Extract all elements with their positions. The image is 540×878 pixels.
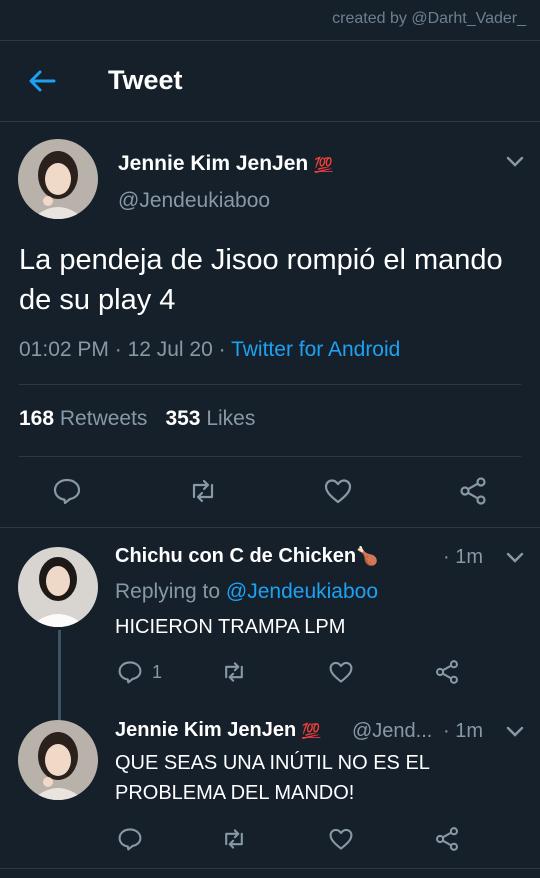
reply-author-name[interactable]: Chichu con C de Chicken🍗	[115, 545, 379, 568]
like-icon[interactable]	[328, 659, 354, 685]
chevron-down-icon[interactable]	[506, 551, 524, 563]
author-name[interactable]: Jennie Kim JenJen 💯	[118, 152, 333, 176]
reply-icon[interactable]	[117, 826, 143, 852]
hundred-points-icon: 💯	[314, 157, 333, 174]
divider	[0, 868, 540, 869]
reply-time: · 1m	[443, 720, 484, 742]
reply-author-name[interactable]: Jennie Kim JenJen 💯	[115, 719, 320, 742]
replying-to: Replying to @Jendeukiaboo	[115, 580, 379, 603]
thread-line	[58, 630, 61, 720]
retweet-icon[interactable]	[221, 826, 247, 852]
retweet-icon[interactable]	[188, 476, 218, 506]
back-arrow-icon[interactable]	[26, 67, 58, 95]
reply-icon[interactable]	[117, 659, 143, 685]
share-icon[interactable]	[458, 476, 488, 506]
watermark: created by @Darht_Vader_	[332, 10, 526, 27]
client-link[interactable]: Twitter for Android	[231, 338, 400, 361]
reply-icon[interactable]	[52, 476, 82, 506]
divider	[19, 384, 521, 385]
replying-to-handle[interactable]: @Jendeukiaboo	[226, 580, 378, 603]
avatar[interactable]	[18, 139, 98, 219]
author-handle[interactable]: @Jendeukiaboo	[118, 189, 270, 213]
like-icon[interactable]	[323, 476, 353, 506]
poultry-leg-icon: 🍗	[356, 546, 379, 566]
avatar[interactable]	[18, 720, 98, 800]
tweet-text: La pendeja de Jisoo rompió el mando de s…	[19, 244, 503, 316]
top-app-bar: Tweet	[0, 40, 540, 122]
avatar[interactable]	[18, 547, 98, 627]
reply-count: 1	[152, 662, 163, 682]
chevron-down-icon[interactable]	[506, 725, 524, 737]
reply-text: HICIERON TRAMPA LPM	[115, 616, 346, 638]
hundred-points-icon: 💯	[301, 723, 321, 740]
tweet-stats[interactable]: 168 Retweets 353 Likes	[19, 407, 255, 431]
reply-time: · 1m	[443, 546, 484, 568]
retweet-icon[interactable]	[221, 659, 247, 685]
share-icon[interactable]	[434, 826, 460, 852]
divider	[19, 456, 521, 457]
like-icon[interactable]	[328, 826, 354, 852]
divider	[0, 527, 540, 528]
reply-text: QUE SEAS UNA INÚTIL NO ES EL PROBLEMA DE…	[115, 752, 430, 804]
tweet-timestamp: 01:02 PM · 12 Jul 20 · Twitter for Andro…	[19, 338, 401, 361]
page-title: Tweet	[108, 65, 183, 95]
share-icon[interactable]	[434, 659, 460, 685]
reply-author-handle[interactable]: @Jend...	[352, 720, 432, 743]
chevron-down-icon[interactable]	[506, 155, 524, 167]
